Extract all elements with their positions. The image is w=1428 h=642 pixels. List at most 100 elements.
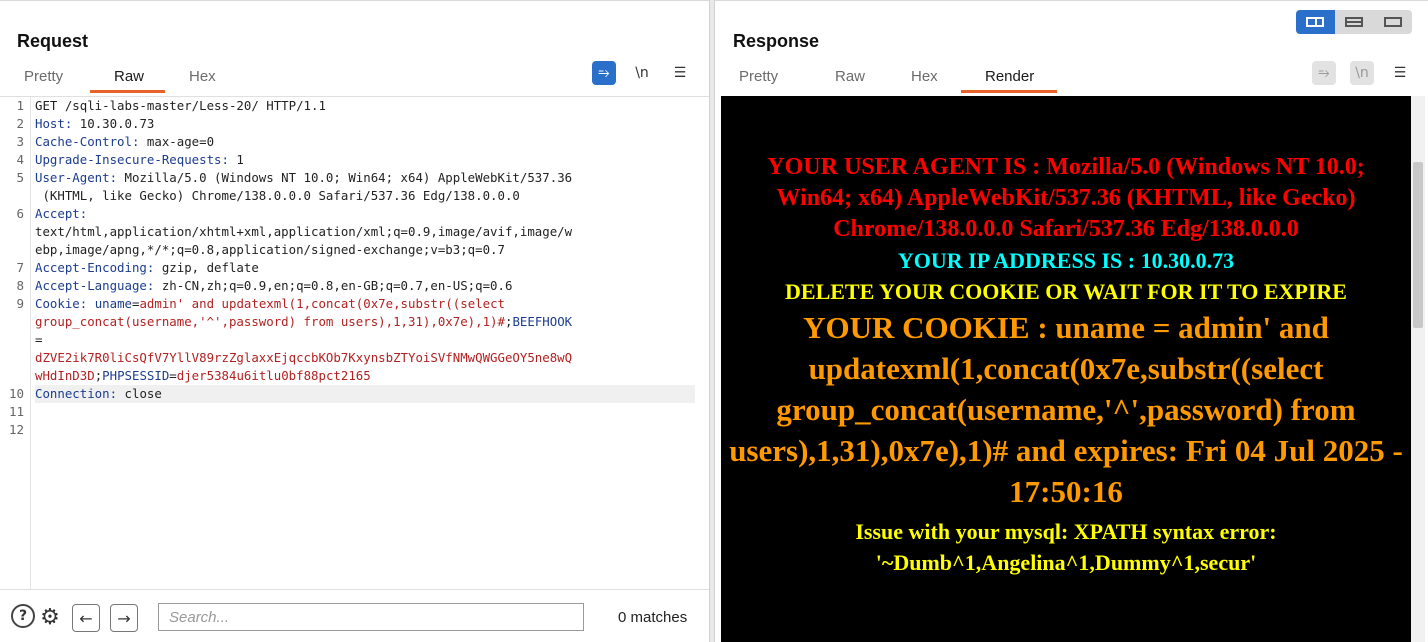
code-token: admin' and updatexml(1,concat(0x7e,subst… [139, 296, 505, 311]
request-tabs: Pretty Raw Hex [0, 63, 237, 93]
request-toolbar: ⥱ \n ☰ [592, 61, 692, 85]
code-token: wHdInD3D [35, 368, 95, 383]
code-line[interactable]: GET /sqli-labs-master/Less-20/ HTTP/1.1 [35, 97, 695, 115]
previous-match-icon[interactable]: ← [72, 604, 100, 632]
delete-cookie-text: DELETE YOUR COOKIE OR WAIT FOR IT TO EXP… [785, 279, 1347, 304]
user-agent-text: YOUR USER AGENT IS : Mozilla/5.0 (Window… [767, 154, 1365, 242]
match-count: 0 matches [618, 609, 688, 626]
response-pane: Response Pretty Raw Hex Render ⥱ \n ☰ YO… [714, 0, 1428, 642]
search-input[interactable] [159, 604, 583, 630]
code-token: = [169, 368, 177, 383]
layout-tabs-button[interactable] [1373, 10, 1412, 34]
layout-toggle-group [1296, 10, 1412, 34]
line-number: 3 [16, 134, 24, 149]
response-tabs: Pretty Raw Hex Render [715, 63, 1057, 93]
settings-icon[interactable]: ⚙ [37, 604, 63, 630]
response-tab-render[interactable]: Render [961, 63, 1057, 93]
code-token: djer5384u6itlu0bf88pct2165 [176, 368, 371, 383]
request-tab-raw[interactable]: Raw [90, 63, 165, 93]
code-line[interactable]: User-Agent: Mozilla/5.0 (Windows NT 10.0… [35, 169, 695, 187]
columns-icon [1306, 17, 1325, 27]
code-token: group_concat(username,'^',password) from… [35, 314, 505, 329]
request-title: Request [17, 31, 89, 51]
rows-icon [1345, 17, 1363, 27]
line-number: 10 [8, 386, 24, 401]
code-token: close [117, 386, 162, 401]
code-token: = [35, 332, 43, 347]
code-line[interactable]: Connection: close [35, 385, 695, 403]
code-line[interactable]: Cache-Control: max-age=0 [35, 133, 695, 151]
newline-icon[interactable]: \n [1350, 61, 1374, 85]
line-number: 12 [8, 422, 24, 437]
code-line[interactable]: wHdInD3D;PHPSESSID=djer5384u6itlu0bf88pc… [35, 367, 695, 385]
layout-side-by-side-button[interactable] [1296, 10, 1335, 34]
code-token: text/html,application/xhtml+xml,applicat… [35, 224, 573, 239]
code-token: Cache-Control: [35, 134, 140, 149]
request-tab-hex[interactable]: Hex [165, 63, 237, 93]
layout-stacked-button[interactable] [1335, 10, 1374, 34]
next-match-icon[interactable]: → [110, 604, 138, 632]
code-line[interactable]: Upgrade-Insecure-Requests: 1 [35, 151, 695, 169]
mysql-error-text: Issue with your mysql: XPATH syntax erro… [855, 519, 1277, 575]
code-line[interactable]: Accept-Encoding: gzip, deflate [35, 259, 695, 277]
search-field[interactable] [158, 603, 584, 631]
request-pane: Request Pretty Raw Hex ⥱ \n ☰ 1234567891… [0, 0, 710, 642]
render-scrollbar[interactable] [1411, 96, 1425, 642]
code-line[interactable] [35, 421, 695, 439]
line-number: 11 [8, 404, 24, 419]
line-number: 8 [16, 278, 24, 293]
code-token: 10.30.0.73 [72, 116, 155, 131]
code-line[interactable]: dZVE2ik7R0liCsQfV7YllV89rzZglaxxEjqccbKO… [35, 349, 695, 367]
line-number: 4 [16, 152, 24, 167]
code-token: Upgrade-Insecure-Requests: [35, 152, 229, 167]
code-token: GET /sqli-labs-master/Less-20/ HTTP/1.1 [35, 98, 326, 113]
code-line[interactable]: Accept-Language: zh-CN,zh;q=0.9,en;q=0.8… [35, 277, 695, 295]
code-token: (KHTML, like Gecko) Chrome/138.0.0.0 Saf… [35, 188, 520, 203]
code-token: gzip, deflate [154, 260, 259, 275]
word-wrap-icon[interactable]: ⥱ [1312, 61, 1336, 85]
newline-icon[interactable]: \n [630, 61, 654, 85]
code-token: PHPSESSID [102, 368, 170, 383]
ip-address-text: YOUR IP ADDRESS IS : 10.30.0.73 [897, 248, 1235, 273]
line-number: 2 [16, 116, 24, 131]
code-token: Host: [35, 116, 73, 131]
response-tab-pretty[interactable]: Pretty [715, 63, 811, 93]
cookie-text: YOUR COOKIE : uname = admin' and updatex… [729, 310, 1403, 509]
code-line[interactable]: group_concat(username,'^',password) from… [35, 313, 695, 331]
code-line[interactable]: ebp,image/apng,*/*;q=0.8,application/sig… [35, 241, 695, 259]
code-token: Accept-Language: [35, 278, 155, 293]
code-line[interactable]: Cookie: uname=admin' and updatexml(1,con… [35, 295, 695, 313]
code-line[interactable]: text/html,application/xhtml+xml,applicat… [35, 223, 695, 241]
code-token: 1 [228, 152, 244, 167]
code-token: zh-CN,zh;q=0.9,en;q=0.8,en-GB;q=0.7,en-U… [154, 278, 513, 293]
response-tab-raw[interactable]: Raw [811, 63, 887, 93]
code-token: Cookie: [35, 296, 88, 311]
code-token: dZVE2ik7R0liCsQfV7YllV89rzZglaxxEjqccbKO… [35, 350, 573, 365]
line-number: 6 [16, 206, 24, 221]
code-line[interactable]: (KHTML, like Gecko) Chrome/138.0.0.0 Saf… [35, 187, 695, 205]
code-token: Accept: [35, 206, 88, 221]
menu-icon[interactable]: ☰ [1388, 61, 1412, 85]
code-token: BEEFHOOK [512, 314, 573, 329]
code-line[interactable]: Host: 10.30.0.73 [35, 115, 695, 133]
word-wrap-icon[interactable]: ⥱ [592, 61, 616, 85]
response-tab-hex[interactable]: Hex [887, 63, 961, 93]
line-number: 5 [16, 170, 24, 185]
search-bar: ? ⚙ ← → 0 matches [0, 589, 709, 642]
code-token: Connection: [35, 386, 118, 401]
request-tab-pretty[interactable]: Pretty [0, 63, 90, 93]
menu-icon[interactable]: ☰ [668, 61, 692, 85]
response-render-view: YOUR USER AGENT IS : Mozilla/5.0 (Window… [721, 96, 1411, 642]
code-line[interactable] [35, 403, 695, 421]
request-editor[interactable]: 1 2 3 4 5 6 7 8 9 10 11 12 GET /sqli-labs-master/Le… [0, 96, 709, 590]
scrollbar-thumb[interactable] [1413, 162, 1423, 328]
code-line[interactable]: Accept: [35, 205, 695, 223]
code-token: uname [94, 296, 132, 311]
help-icon[interactable]: ? [11, 604, 35, 628]
code-token: User-Agent: [35, 170, 118, 185]
request-code[interactable]: GET /sqli-labs-master/Less-20/ HTTP/1.1 H… [35, 97, 695, 439]
line-number-gutter: 1 2 3 4 5 6 7 8 9 10 11 12 [0, 97, 31, 590]
code-token: max-age=0 [139, 134, 215, 149]
code-line[interactable]: = [35, 331, 695, 349]
